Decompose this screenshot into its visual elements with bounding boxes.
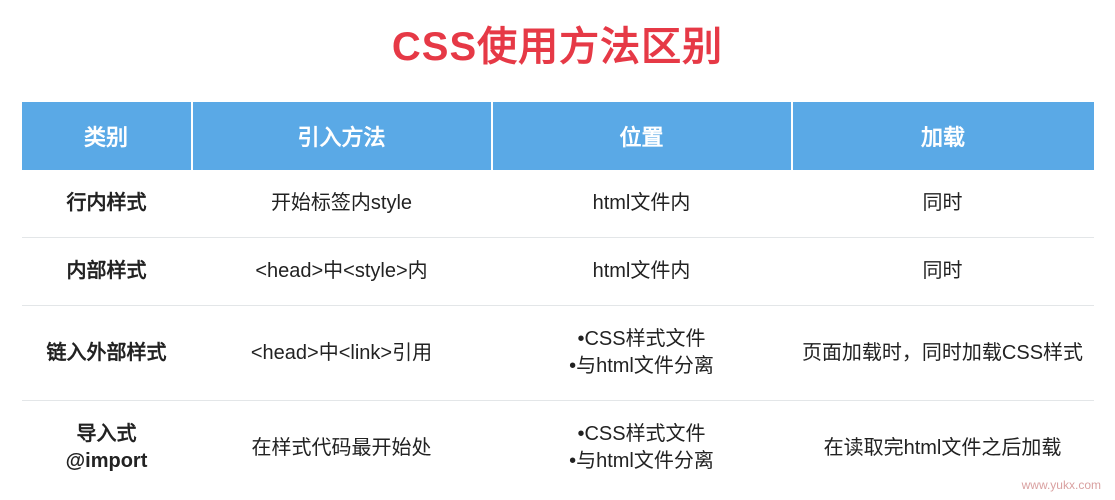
css-methods-table: 类别 引入方法 位置 加载 行内样式 开始标签内style html文件内 同时… <box>22 102 1094 495</box>
cell-method: 在样式代码最开始处 <box>192 401 492 496</box>
cell-category: 内部样式 <box>22 238 192 306</box>
watermark-text: www.yukx.com <box>1022 478 1101 492</box>
table-row: 导入式 @import 在样式代码最开始处 •CSS样式文件 •与html文件分… <box>22 401 1094 496</box>
cell-load: 同时 <box>792 238 1094 306</box>
cell-method: 开始标签内style <box>192 170 492 238</box>
cell-load: 同时 <box>792 170 1094 238</box>
cell-method: <head>中<style>内 <box>192 238 492 306</box>
header-load: 加载 <box>792 102 1094 170</box>
title-wrap: CSS使用方法区别 <box>0 0 1115 102</box>
table-row: 内部样式 <head>中<style>内 html文件内 同时 <box>22 238 1094 306</box>
table-row: 链入外部样式 <head>中<link>引用 •CSS样式文件 •与html文件… <box>22 306 1094 401</box>
cell-position: html文件内 <box>492 170 792 238</box>
cell-position: •CSS样式文件 •与html文件分离 <box>492 401 792 496</box>
cell-position: •CSS样式文件 •与html文件分离 <box>492 306 792 401</box>
cell-category: 行内样式 <box>22 170 192 238</box>
cell-load: 页面加载时，同时加载CSS样式 <box>792 306 1094 401</box>
page-title: CSS使用方法区别 <box>0 14 1115 72</box>
table-row: 行内样式 开始标签内style html文件内 同时 <box>22 170 1094 238</box>
header-category: 类别 <box>22 102 192 170</box>
cell-method: <head>中<link>引用 <box>192 306 492 401</box>
cell-category: 链入外部样式 <box>22 306 192 401</box>
cell-category: 导入式 @import <box>22 401 192 496</box>
header-method: 引入方法 <box>192 102 492 170</box>
cell-position: html文件内 <box>492 238 792 306</box>
header-position: 位置 <box>492 102 792 170</box>
header-row: 类别 引入方法 位置 加载 <box>22 102 1094 170</box>
